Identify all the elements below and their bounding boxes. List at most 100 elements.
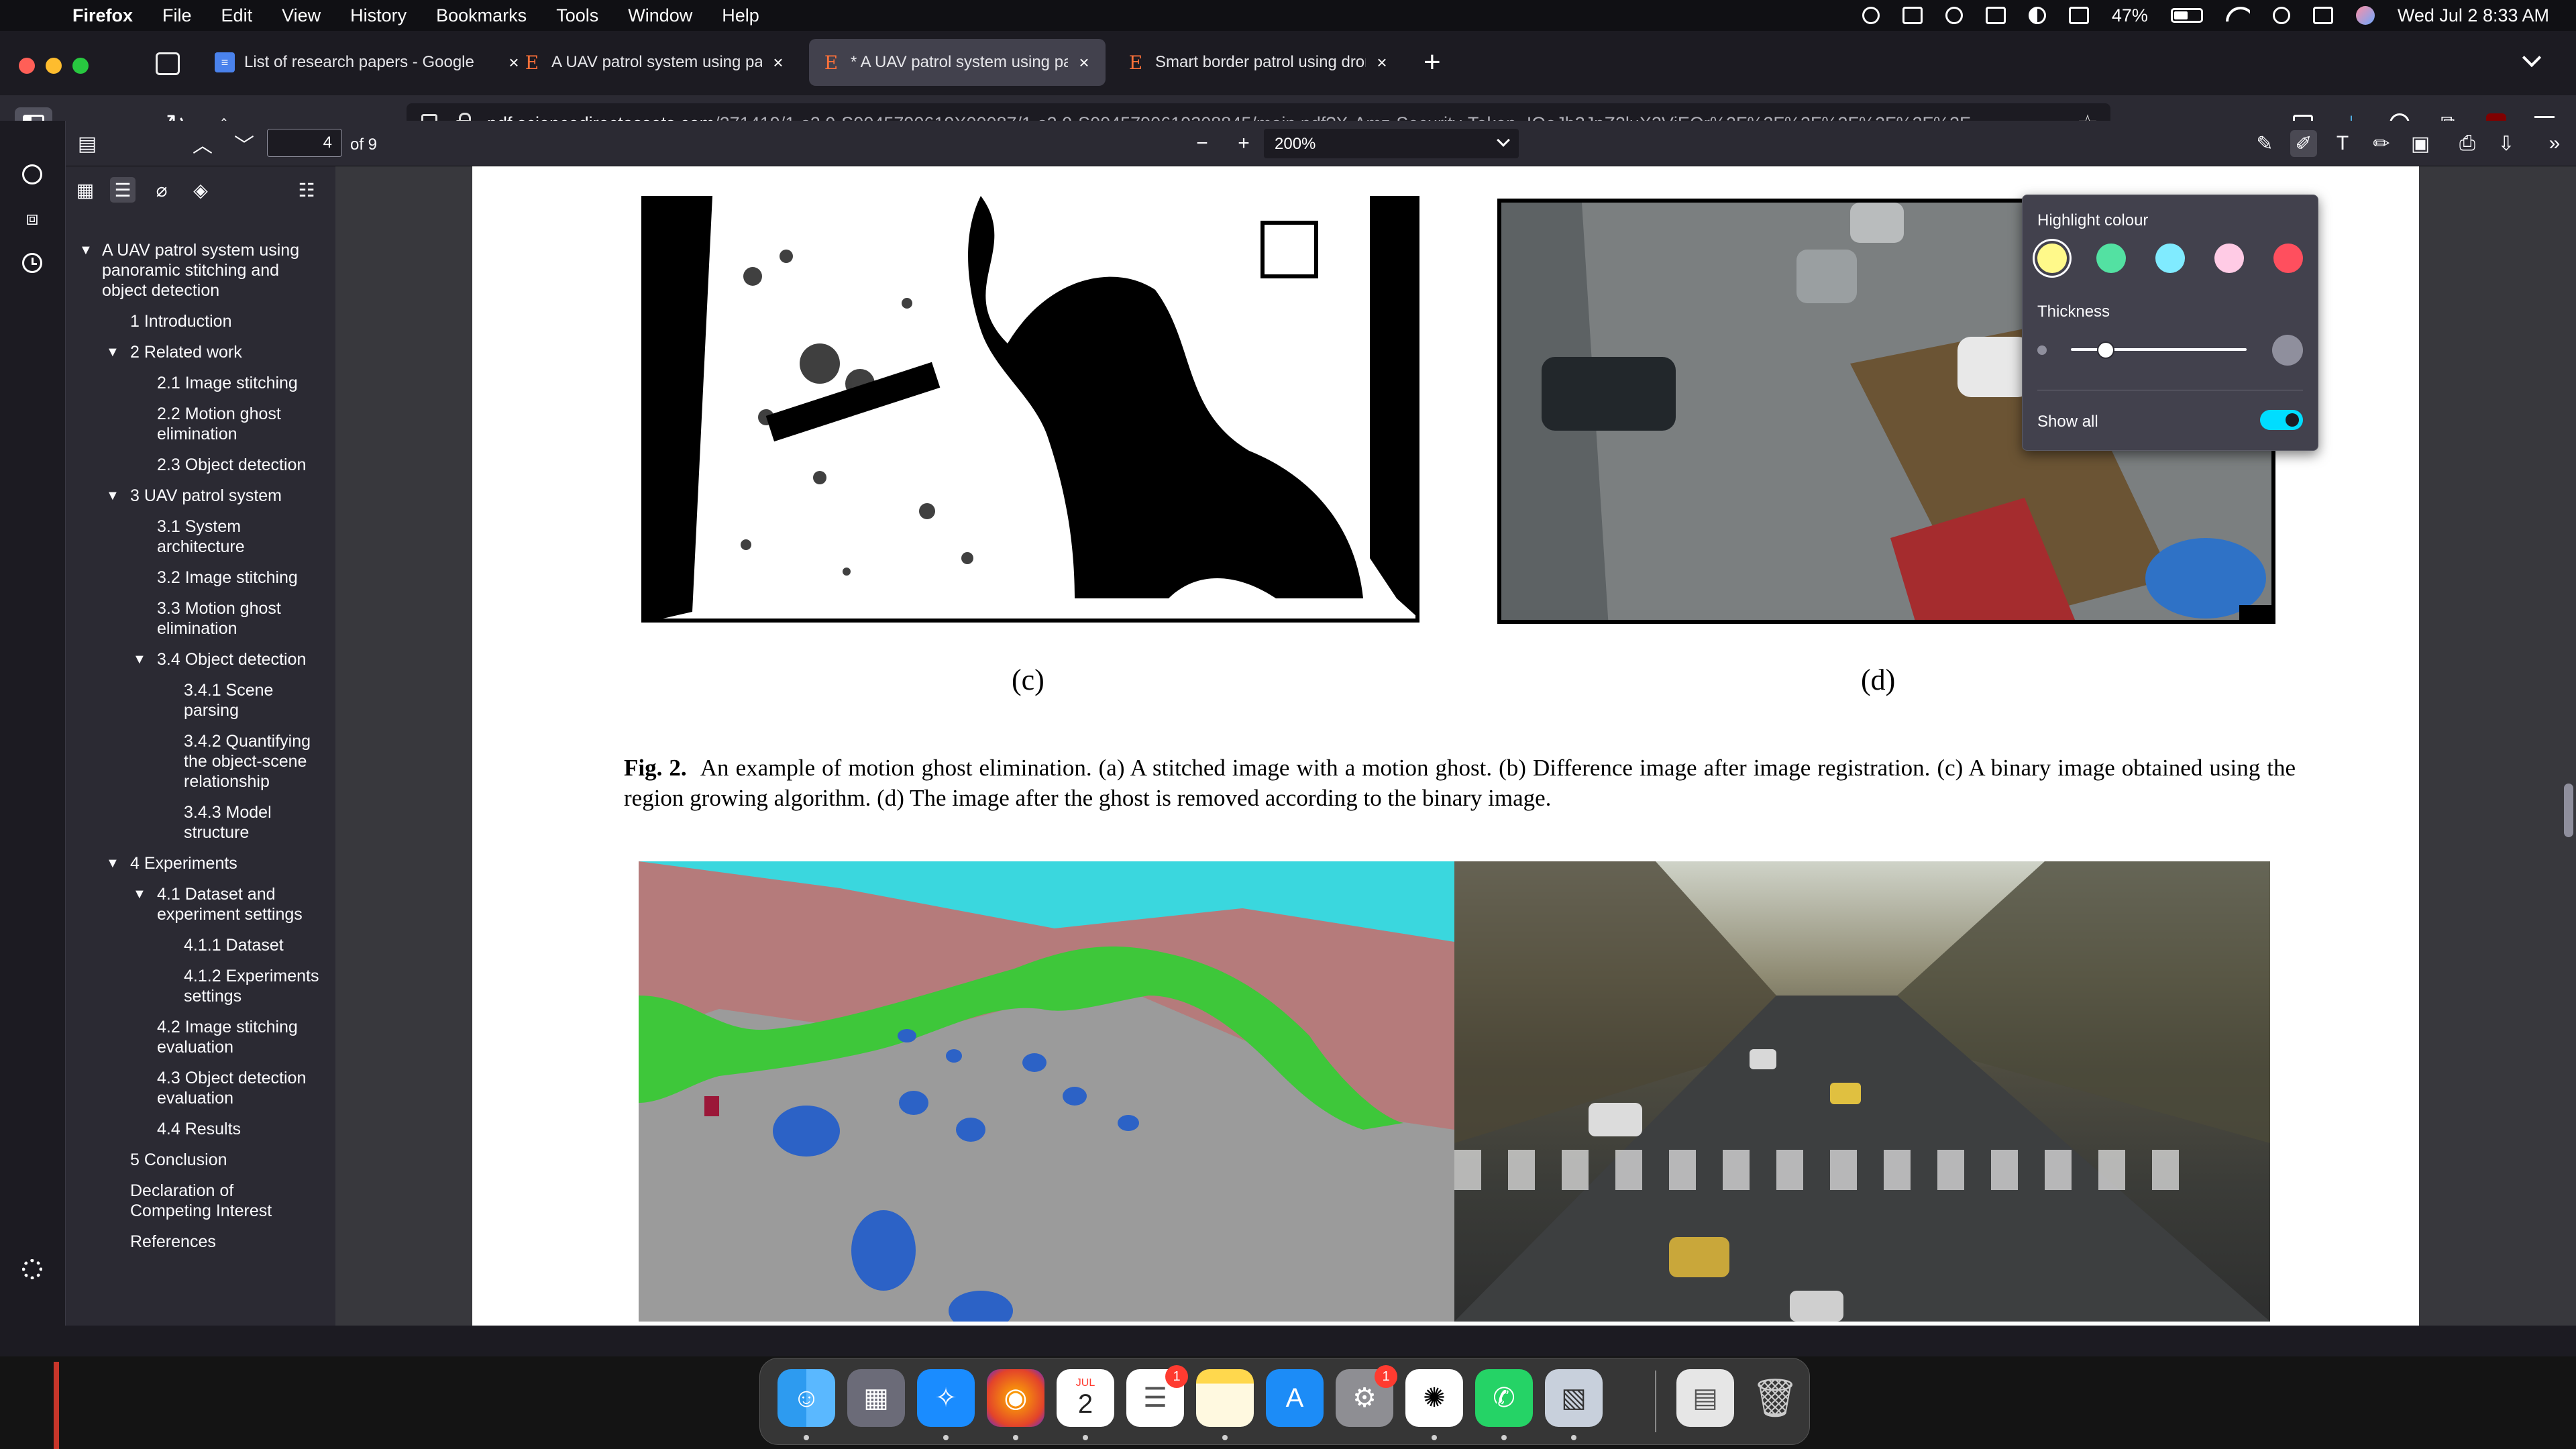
outline-item[interactable]: 5 Conclusion <box>130 1150 358 1170</box>
safari-icon[interactable]: ✧ <box>917 1369 975 1427</box>
new-tab-button[interactable]: + <box>1424 46 1441 79</box>
outline-item[interactable]: 1 Introduction <box>130 311 358 331</box>
highlight-colour-green[interactable] <box>2096 244 2126 273</box>
close-window-button[interactable] <box>19 58 35 74</box>
app-store-icon[interactable]: A <box>1266 1369 1324 1427</box>
highlight-colour-red[interactable] <box>2273 244 2303 273</box>
outline-item[interactable]: Declaration of Competing Interest <box>130 1181 305 1221</box>
draw-icon[interactable]: ✏ <box>2368 130 2395 157</box>
close-tab-icon[interactable]: × <box>769 52 788 73</box>
expand-collapse-all-icon[interactable]: ☷ <box>294 177 319 203</box>
thickness-slider-thumb[interactable] <box>2097 341 2115 359</box>
menu-app-name[interactable]: Firefox <box>72 5 133 26</box>
outline-item[interactable]: 3.4.2 Quantifying the object-scene relat… <box>184 731 331 792</box>
zoom-in-icon[interactable]: + <box>1230 130 1257 157</box>
highlight-icon[interactable]: ✐ <box>2290 130 2317 157</box>
chevron-down-icon[interactable]: ▼ <box>106 342 119 362</box>
tab-smart-border-patrol[interactable]: E Smart border patrol using drone × <box>1114 39 1403 86</box>
outline-item[interactable]: ▼ 3 UAV patrol system <box>106 486 334 506</box>
outline-item[interactable]: 3.1 System architecture <box>157 517 291 557</box>
chatgpt-icon[interactable]: ✺ <box>1405 1369 1463 1427</box>
layers-status-icon[interactable] <box>2068 7 2089 24</box>
close-tab-icon[interactable]: × <box>1373 52 1391 73</box>
outline-item[interactable]: 3.3 Motion ghost elimination <box>157 598 325 639</box>
previous-page-icon[interactable]: ︿ <box>189 130 216 157</box>
outline-item[interactable]: 2.2 Motion ghost elimination <box>157 404 325 444</box>
outline-item[interactable]: ▼ A UAV patrol system using panoramic sti… <box>79 240 307 301</box>
wifi-icon[interactable] <box>2226 7 2250 24</box>
system-settings-icon[interactable]: ⚙ 1 <box>1336 1365 1397 1427</box>
notes-icon[interactable] <box>1196 1369 1254 1427</box>
outline-item[interactable]: ▼ 2 Related work <box>106 342 334 362</box>
more-tools-icon[interactable]: » <box>2541 130 2568 157</box>
image-icon[interactable]: ▣ <box>2407 130 2434 157</box>
outline-item[interactable]: ▼ 3.4 Object detection <box>133 649 361 669</box>
contrast-status-icon[interactable] <box>2028 7 2046 24</box>
control-center-icon[interactable] <box>2312 7 2333 24</box>
menu-file[interactable]: File <box>162 5 192 26</box>
outline-item[interactable]: References <box>130 1232 358 1252</box>
layers-icon[interactable]: ◈ <box>188 177 213 203</box>
menu-window[interactable]: Window <box>628 5 692 26</box>
save-icon[interactable]: ⇩ <box>2493 130 2520 157</box>
outline-icon[interactable]: ☰ <box>110 177 136 203</box>
whatsapp-icon[interactable]: ✆ <box>1475 1369 1533 1427</box>
tab-uav-patrol-1[interactable]: E A UAV patrol system using pano × <box>510 39 800 86</box>
highlight-colour-pink[interactable] <box>2214 244 2244 273</box>
finder-icon[interactable]: ☺ <box>777 1369 835 1427</box>
firefox-icon[interactable]: ◉ <box>987 1369 1044 1427</box>
list-all-tabs-button[interactable] <box>2522 48 2545 71</box>
chevron-down-icon[interactable]: ▼ <box>133 884 146 904</box>
close-tab-icon[interactable]: × <box>1075 52 1093 73</box>
outline-item[interactable]: 3.4.3 Model structure <box>184 802 318 843</box>
media-status-icon[interactable] <box>1945 7 1963 24</box>
highlight-colour-blue[interactable] <box>2155 244 2185 273</box>
history-icon[interactable] <box>20 251 44 275</box>
chevron-down-icon[interactable]: ▼ <box>133 649 146 669</box>
launchpad-icon[interactable]: ▦ <box>847 1369 905 1427</box>
print-icon[interactable]: ⎙ <box>2454 130 2481 157</box>
show-all-toggle[interactable] <box>2260 410 2303 430</box>
clipboard-status-icon[interactable] <box>1902 7 1923 24</box>
outline-item[interactable]: 3.4.1 Scene parsing <box>184 680 318 720</box>
menu-edit[interactable]: Edit <box>221 5 253 26</box>
vertical-scrollbar[interactable] <box>2564 784 2573 837</box>
reminders-icon[interactable]: ☰ 1 <box>1126 1365 1188 1427</box>
page-number-input[interactable]: 4 <box>267 129 342 157</box>
highlight-colour-yellow[interactable] <box>2037 244 2067 273</box>
synced-tabs-icon[interactable]: ⧈ <box>20 207 44 231</box>
documents-stack-icon[interactable]: ▤ <box>1676 1369 1734 1427</box>
text-icon[interactable]: T <box>2329 130 2356 157</box>
chevron-down-icon[interactable]: ▼ <box>106 853 119 873</box>
menu-help[interactable]: Help <box>722 5 759 26</box>
trash-icon[interactable]: 🗑 <box>1746 1369 1804 1427</box>
thumbnails-icon[interactable]: ▦ <box>72 177 98 203</box>
minimize-window-button[interactable] <box>46 58 62 74</box>
outline-item[interactable]: 4.1.2 Experiments settings <box>184 966 331 1006</box>
chatgpt-status-icon[interactable] <box>1862 7 1880 24</box>
menu-view[interactable]: View <box>282 5 321 26</box>
next-page-icon[interactable]: ﹀ <box>231 130 258 157</box>
siri-icon[interactable] <box>2355 6 2375 25</box>
tab-uav-patrol-active[interactable]: E * A UAV patrol system using par × <box>809 39 1106 86</box>
outline-item[interactable]: 4.3 Object detection evaluation <box>157 1068 325 1108</box>
attachments-icon[interactable]: ⌀ <box>149 177 174 203</box>
battery-icon[interactable] <box>2170 8 2203 23</box>
display-status-icon[interactable] <box>1985 7 2006 24</box>
chatbot-icon[interactable] <box>20 162 44 186</box>
menu-tools[interactable]: Tools <box>556 5 598 26</box>
spotlight-search-icon[interactable] <box>2272 7 2290 24</box>
sign-icon[interactable]: ✎ <box>2251 130 2278 157</box>
customize-sidebar-gear-icon[interactable] <box>20 1257 44 1281</box>
zoom-out-icon[interactable]: − <box>1189 130 1216 157</box>
outline-item[interactable]: ▼ 4 Experiments <box>106 853 334 873</box>
zoom-window-button[interactable] <box>72 58 89 74</box>
outline-item[interactable]: ▼ 4.1 Dataset and experiment settings <box>133 884 334 924</box>
calendar-icon[interactable]: JUL 2 <box>1057 1369 1114 1427</box>
preview-icon[interactable]: ▧ <box>1545 1369 1603 1427</box>
outline-item[interactable]: 4.2 Image stitching evaluation <box>157 1017 325 1057</box>
zoom-select[interactable]: 200% <box>1264 129 1519 158</box>
menu-clock[interactable]: Wed Jul 2 8:33 AM <box>2398 5 2549 26</box>
tab-research-papers[interactable]: ≡ List of research papers - Google × <box>203 39 535 86</box>
toggle-outline-icon[interactable]: ▤ <box>74 130 101 157</box>
